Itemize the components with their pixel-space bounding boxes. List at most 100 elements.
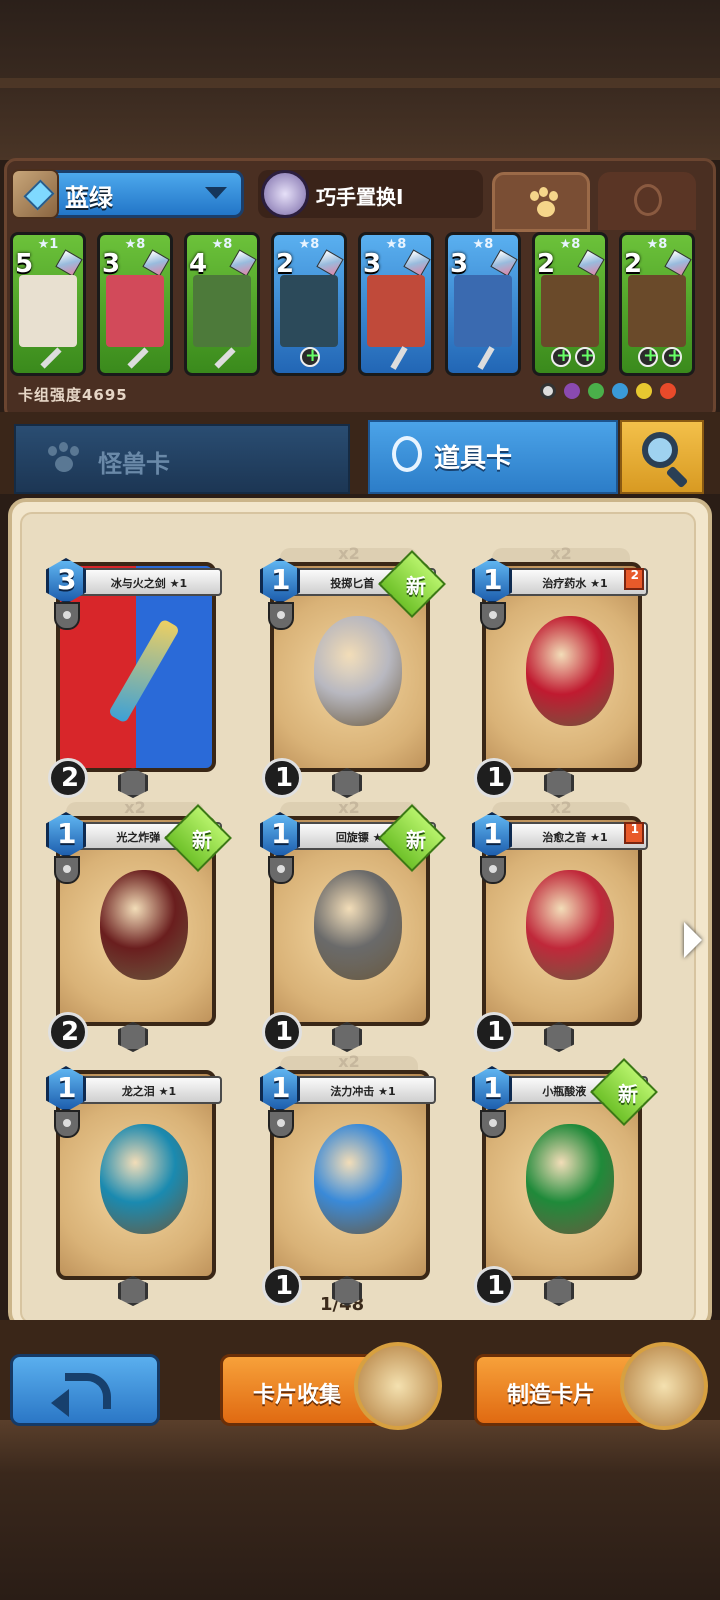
search-button[interactable]	[620, 420, 704, 494]
deck-card[interactable]: ★8 3	[445, 232, 521, 376]
search-icon-handle	[665, 465, 689, 489]
card-cost: 1	[483, 563, 503, 596]
card-cost: 1	[271, 817, 291, 850]
card-count: x2	[550, 544, 572, 563]
deck-name: 蓝绿	[65, 184, 113, 212]
card-ability-icons	[274, 345, 344, 369]
deck-select-dropdown[interactable]: 蓝绿	[11, 169, 244, 219]
deck-card[interactable]: ★1 5	[10, 232, 86, 376]
card-stat-badge: 1	[474, 758, 514, 798]
item-card[interactable]: x2 回旋镖 ★1 1 1 新	[260, 798, 446, 1052]
new-label: 新	[406, 574, 426, 598]
deck-card-row: ★15★83★84★82★83★83★82★82	[10, 232, 710, 380]
card-stat-badge: 1	[474, 1266, 514, 1306]
card-count: x2	[550, 798, 572, 817]
card-art	[526, 870, 614, 980]
card-art	[628, 275, 686, 347]
tab-monster-deck[interactable]	[492, 172, 590, 232]
card-art	[100, 870, 188, 980]
top-wood-border	[0, 0, 720, 160]
item-card[interactable]: x2 治愈之音 ★1 1 1 1	[472, 798, 648, 1052]
deck-book-icon	[11, 169, 59, 219]
heal-plus-icon	[575, 345, 595, 367]
item-card[interactable]: x2 光之炸弹 ★1 1 2 新	[46, 798, 232, 1052]
water-icon	[612, 383, 628, 399]
back-arrow-head	[51, 1389, 69, 1417]
shield-icon	[480, 1110, 506, 1138]
skill-selector[interactable]: 巧手置换I	[258, 170, 483, 218]
card-art	[106, 275, 164, 347]
tab-item-label: 道具卡	[434, 444, 513, 474]
craft-card-label: 制造卡片	[507, 1383, 596, 1408]
heal-plus-icon	[300, 345, 320, 367]
card-ability-icons	[622, 345, 692, 369]
shield-icon	[480, 602, 506, 630]
card-title: 冰与火之剑 ★1	[110, 577, 188, 590]
card-cost: 1	[271, 1071, 291, 1104]
card-title-banner: 冰与火之剑 ★1	[76, 568, 222, 596]
heal-plus-icon	[551, 345, 571, 367]
item-card[interactable]: x2 投掷匕首 ★1 1 1 新	[260, 544, 446, 798]
paw-bottle-icon	[620, 1342, 708, 1430]
card-ability-icons	[448, 346, 518, 370]
heal-plus-icon	[662, 345, 682, 367]
card-art	[526, 1124, 614, 1234]
deck-card[interactable]: ★8 2	[271, 232, 347, 376]
card-ability-icons	[100, 347, 170, 369]
deck-card[interactable]: ★8 2	[532, 232, 608, 376]
rarity-gem-icon	[403, 249, 431, 277]
element-filter-icons	[540, 383, 690, 401]
card-art	[19, 275, 77, 347]
tab-item-cards[interactable]: 道具卡	[368, 420, 618, 494]
new-label: 新	[192, 828, 212, 852]
sword-icon	[214, 347, 236, 369]
deck-card[interactable]: ★8 2	[619, 232, 695, 376]
back-arrow-icon	[65, 1373, 111, 1409]
card-art	[107, 618, 181, 724]
card-cost: 1	[483, 817, 503, 850]
potion-icon	[634, 184, 662, 216]
card-collection-label: 卡片收集	[253, 1383, 342, 1408]
level-flag-number: 1	[630, 822, 639, 836]
item-card[interactable]: x2 治疗药水 ★1 1 1 2	[472, 544, 648, 798]
shield-icon	[268, 856, 294, 884]
card-stat-value: 1	[275, 1017, 294, 1047]
deck-card[interactable]: ★8 3	[358, 232, 434, 376]
tab-monster-cards[interactable]: 怪兽卡	[14, 424, 350, 494]
card-stat-value: 2	[61, 763, 80, 793]
card-cost: 1	[271, 563, 291, 596]
card-cost: 1	[483, 1071, 503, 1104]
sword-icon	[40, 347, 62, 369]
next-page-arrow-icon[interactable]	[684, 922, 702, 958]
item-card[interactable]: x2 法力冲击 ★1 1 1	[260, 1052, 436, 1306]
item-card[interactable]: 龙之泪 ★1 1	[46, 1066, 222, 1306]
tab-item-deck[interactable]	[598, 172, 696, 230]
paw-icon	[46, 442, 82, 476]
fire-icon	[660, 383, 676, 399]
card-art	[541, 275, 599, 347]
card-stat-value: 2	[61, 1017, 80, 1047]
card-art	[314, 870, 402, 980]
card-stat-badge: 1	[262, 1266, 302, 1306]
shield-icon	[54, 1110, 80, 1138]
back-button[interactable]	[10, 1354, 160, 1426]
hook-icon	[477, 346, 495, 370]
shield-icon	[268, 1110, 294, 1138]
item-card[interactable]: 冰与火之剑 ★1 3 2	[46, 558, 222, 798]
dark-icon	[564, 383, 580, 399]
rarity-gem-icon	[316, 249, 344, 277]
card-book-icon	[354, 1342, 442, 1430]
card-cost: 1	[57, 817, 77, 850]
card-stat-badge: 2	[48, 1012, 88, 1052]
nature-icon	[588, 383, 604, 399]
rarity-gem-icon	[490, 249, 518, 277]
shield-icon	[54, 856, 80, 884]
deck-card[interactable]: ★8 3	[97, 232, 173, 376]
item-card[interactable]: 小瓶酸液 ★1 1 1 新	[472, 1058, 658, 1306]
sword-icon	[127, 347, 149, 369]
neutral-icon	[540, 383, 556, 399]
deck-card[interactable]: ★8 4	[184, 232, 260, 376]
card-stat-value: 1	[275, 763, 294, 793]
card-art	[280, 275, 338, 347]
shield-icon	[480, 856, 506, 884]
